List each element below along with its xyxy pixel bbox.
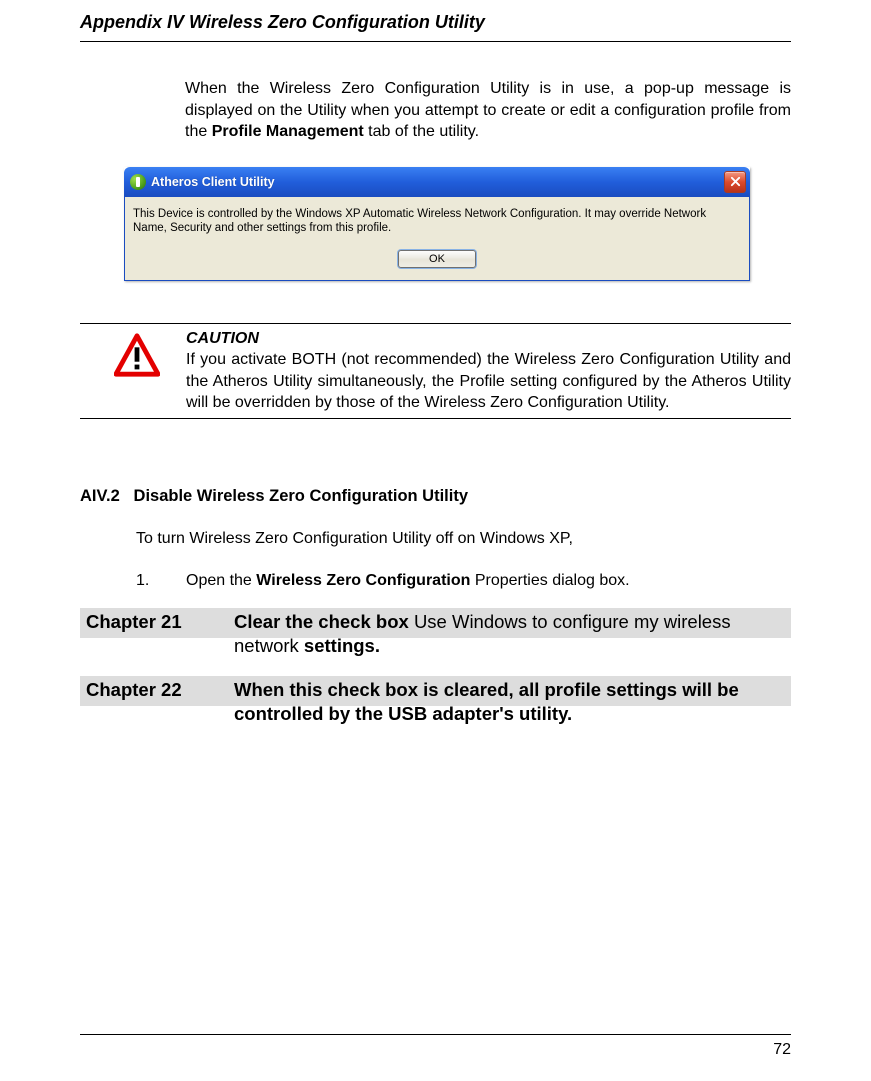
dialog-title: Atheros Client Utility bbox=[151, 175, 724, 189]
caution-body: If you activate BOTH (not recommended) t… bbox=[186, 351, 791, 411]
dialog-client-area: This Device is controlled by the Windows… bbox=[124, 197, 750, 281]
page-number: 72 bbox=[773, 1041, 791, 1058]
section-heading: AIV.2 Disable Wireless Zero Configuratio… bbox=[80, 487, 791, 506]
step-number: 1. bbox=[136, 572, 186, 590]
close-icon[interactable] bbox=[724, 171, 746, 193]
c22-text: When this check box is cleared, all prof… bbox=[234, 679, 739, 724]
intro-post: tab of the utility. bbox=[364, 123, 479, 140]
chapter-21-row: Chapter 21 Clear the check box Use Windo… bbox=[80, 608, 791, 664]
section-number: AIV.2 bbox=[80, 487, 120, 505]
chapter-22-row: Chapter 22 When this check box is cleare… bbox=[80, 676, 791, 732]
c21-b1: Clear the check box bbox=[234, 611, 414, 632]
intro-bold: Profile Management bbox=[212, 123, 364, 140]
step-pre: Open the bbox=[186, 572, 256, 589]
dialog-screenshot: Atheros Client Utility This Device is co… bbox=[124, 167, 791, 281]
section-intro: To turn Wireless Zero Configuration Util… bbox=[136, 528, 791, 550]
chapter-21-label: Chapter 21 bbox=[80, 608, 234, 638]
caution-block: CAUTION If you activate BOTH (not recomm… bbox=[80, 323, 791, 419]
step-bold: Wireless Zero Configuration bbox=[256, 572, 470, 589]
dialog-titlebar: Atheros Client Utility bbox=[124, 167, 750, 197]
dialog-message: This Device is controlled by the Windows… bbox=[133, 207, 741, 236]
caution-text: CAUTION If you activate BOTH (not recomm… bbox=[186, 328, 791, 414]
warning-icon bbox=[114, 332, 162, 383]
chapter-22-body: When this check box is cleared, all prof… bbox=[234, 676, 791, 732]
section-title: Disable Wireless Zero Configuration Util… bbox=[134, 487, 469, 505]
dialog-window: Atheros Client Utility This Device is co… bbox=[124, 167, 750, 281]
step-1: 1. Open the Wireless Zero Configuration … bbox=[136, 572, 791, 590]
chapter-21-body: Clear the check box Use Windows to confi… bbox=[234, 608, 791, 664]
step-post: Properties dialog box. bbox=[470, 572, 629, 589]
intro-paragraph: When the Wireless Zero Configuration Uti… bbox=[185, 78, 791, 143]
c21-b2: settings. bbox=[299, 635, 380, 656]
page-header: Appendix IV Wireless Zero Configuration … bbox=[80, 0, 791, 42]
caution-label: CAUTION bbox=[186, 328, 791, 350]
page-footer: 72 bbox=[80, 1034, 791, 1059]
header-title: Appendix IV Wireless Zero Configuration … bbox=[80, 12, 485, 32]
chapter-22-label: Chapter 22 bbox=[80, 676, 234, 706]
app-icon bbox=[130, 174, 146, 190]
ok-button[interactable]: OK bbox=[398, 250, 476, 268]
step-body: Open the Wireless Zero Configuration Pro… bbox=[186, 572, 630, 590]
